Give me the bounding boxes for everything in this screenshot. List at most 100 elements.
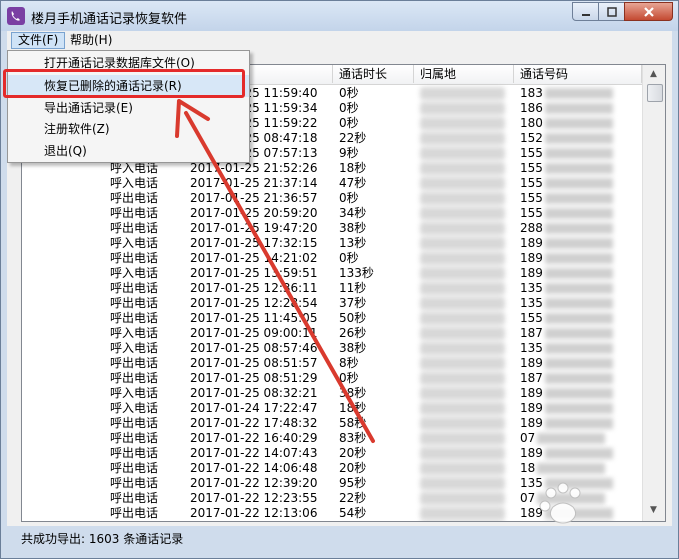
call-type: 呼出电话 — [110, 431, 159, 445]
call-time: 2017-01-25 21:37:14 — [190, 176, 318, 190]
table-row[interactable]: 呼入电话 2017-01-25 13:59:51 133秒 189 — [22, 266, 642, 281]
title-bar[interactable]: 楼月手机通话记录恢复软件 — [1, 1, 678, 31]
table-row[interactable]: 呼出电话 2017-01-22 16:40:29 83秒 07 — [22, 431, 642, 446]
call-number-prefix: 135 — [520, 341, 543, 355]
table-row[interactable]: 呼入电话 2017-01-24 17:22:47 18秒 189 — [22, 401, 642, 416]
call-location-blurred — [420, 147, 505, 160]
call-number: 189 — [520, 251, 613, 266]
call-time: 2017-01-25 21:52:26 — [190, 161, 318, 175]
call-number-prefix: 189 — [520, 266, 543, 280]
call-duration: 18秒 — [339, 161, 367, 175]
menu-help[interactable]: 帮助(H) — [64, 32, 118, 49]
table-row[interactable]: 呼出电话 2017-01-25 14:21:02 0秒 189 — [22, 251, 642, 266]
call-duration: 83秒 — [339, 431, 367, 445]
call-number: 187 — [520, 371, 613, 386]
call-time: 2017-01-22 14:06:48 — [190, 461, 318, 475]
call-duration: 0秒 — [339, 371, 359, 385]
call-type: 呼出电话 — [110, 416, 159, 430]
call-type: 呼入电话 — [110, 161, 159, 175]
call-type: 呼出电话 — [110, 311, 159, 325]
call-number: 189 — [520, 356, 613, 371]
menu-item-export-records[interactable]: 导出通话记录(E) — [8, 97, 249, 119]
menu-file[interactable]: 文件(F) — [11, 32, 66, 49]
call-time: 2017-01-24 17:22:47 — [190, 401, 318, 415]
call-duration: 54秒 — [339, 506, 367, 520]
call-type: 呼出电话 — [110, 251, 159, 265]
table-row[interactable]: 呼出电话 2017-01-22 14:06:48 20秒 18 — [22, 461, 642, 476]
call-number-blurred — [544, 133, 613, 144]
column-header-location[interactable]: 归属地 — [414, 65, 514, 83]
table-row[interactable]: 呼出电话 2017-01-25 12:36:11 11秒 135 — [22, 281, 642, 296]
call-duration: 11秒 — [339, 281, 367, 295]
table-row[interactable]: 呼出电话 2017-01-25 08:51:57 8秒 189 — [22, 356, 642, 371]
maximize-button[interactable] — [598, 2, 625, 21]
column-header-number[interactable]: 通话号码 — [514, 65, 642, 83]
call-time: 2017-01-25 20:59:20 — [190, 206, 318, 220]
call-number-blurred — [544, 448, 613, 459]
column-header-duration[interactable]: 通话时长 — [333, 65, 414, 83]
table-row[interactable]: 呼出电话 2017-01-25 11:45:05 50秒 155 — [22, 311, 642, 326]
call-duration: 0秒 — [339, 191, 359, 205]
call-number-prefix: 189 — [520, 236, 543, 250]
call-number: 152 — [520, 131, 613, 146]
call-location-blurred — [420, 417, 505, 430]
scroll-thumb[interactable] — [647, 84, 663, 102]
minimize-button[interactable] — [572, 2, 599, 21]
call-number: 288 — [520, 221, 613, 236]
call-type: 呼出电话 — [110, 206, 159, 220]
watermark-logo — [539, 482, 581, 524]
phone-app-icon — [7, 7, 25, 25]
table-row[interactable]: 呼入电话 2017-01-25 08:57:46 38秒 135 — [22, 341, 642, 356]
call-location-blurred — [420, 372, 505, 385]
table-row[interactable]: 呼出电话 2017-01-22 14:07:43 20秒 189 — [22, 446, 642, 461]
minimize-icon — [581, 13, 590, 16]
call-number-blurred — [544, 268, 613, 279]
call-duration: 180秒 — [339, 521, 374, 522]
call-time: 2017-01-25 08:32:21 — [190, 386, 318, 400]
call-number: 189 — [520, 236, 613, 251]
call-location-blurred — [420, 282, 505, 295]
table-row[interactable]: 呼出电话 2017-01-25 20:59:20 34秒 155 — [22, 206, 642, 221]
table-row[interactable]: 呼入电话 2017-01-25 21:37:14 47秒 155 — [22, 176, 642, 191]
scroll-up-icon[interactable]: ▲ — [646, 67, 661, 82]
call-type: 呼入电话 — [110, 386, 159, 400]
call-number-blurred — [544, 118, 613, 129]
call-number-blurred — [544, 298, 613, 309]
call-duration: 13秒 — [339, 236, 367, 250]
call-location-blurred — [420, 267, 505, 280]
call-location-blurred — [420, 192, 505, 205]
call-time: 2017-01-25 12:36:11 — [190, 281, 318, 295]
call-number-prefix: 189 — [520, 401, 543, 415]
table-row[interactable]: 呼入电话 2017-01-25 17:32:15 13秒 189 — [22, 236, 642, 251]
table-row[interactable]: 呼出电话 2017-01-25 12:28:54 37秒 135 — [22, 296, 642, 311]
call-number: 183 — [520, 86, 613, 101]
call-type: 呼出电话 — [110, 356, 159, 370]
table-row[interactable]: 呼出电话 2017-01-22 17:48:32 58秒 189 — [22, 416, 642, 431]
menu-item-register[interactable]: 注册软件(Z) — [8, 118, 249, 140]
table-row[interactable]: 呼入电话 2017-01-25 09:00:11 26秒 187 — [22, 326, 642, 341]
window-title: 楼月手机通话记录恢复软件 — [31, 12, 188, 27]
call-number-prefix: 187 — [520, 371, 543, 385]
table-row[interactable]: 呼出电话 2017-01-25 19:47:20 38秒 288 — [22, 221, 642, 236]
call-type: 呼出电话 — [110, 491, 159, 505]
call-number-blurred — [544, 148, 613, 159]
call-location-blurred — [420, 447, 505, 460]
table-row[interactable]: 呼出电话 2017-01-25 08:51:29 0秒 187 — [22, 371, 642, 386]
call-number: 155 — [520, 311, 613, 326]
table-row[interactable]: 呼入电话 2017-01-25 08:32:21 38秒 189 — [22, 386, 642, 401]
call-duration: 133秒 — [339, 266, 374, 280]
vertical-scrollbar[interactable]: ▲ ▼ — [642, 65, 665, 521]
call-type: 呼入电话 — [110, 401, 159, 415]
call-time: 2017-01-25 08:51:29 — [190, 371, 318, 385]
call-time: 2017-01-25 08:57:46 — [190, 341, 318, 355]
menu-item-exit[interactable]: 退出(Q) — [8, 140, 249, 162]
table-row[interactable]: 呼入电话 2017-01-25 21:52:26 18秒 155 — [22, 161, 642, 176]
call-number-prefix: 135 — [520, 296, 543, 310]
call-type: 呼入电话 — [110, 176, 159, 190]
call-number: 18 — [520, 461, 606, 476]
close-button[interactable] — [624, 2, 673, 21]
table-row[interactable]: 呼出电话 2017-01-25 21:36:57 0秒 155 — [22, 191, 642, 206]
call-location-blurred — [420, 327, 505, 340]
call-time: 2017-01-25 09:00:11 — [190, 326, 318, 340]
call-number-prefix: 189 — [520, 416, 543, 430]
